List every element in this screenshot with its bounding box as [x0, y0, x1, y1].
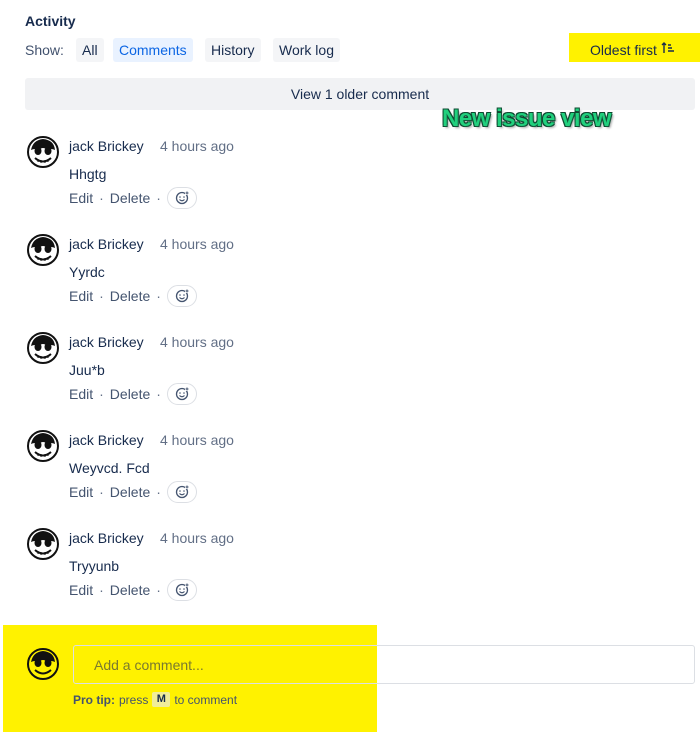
pro-tip-label: Pro tip:	[73, 692, 115, 707]
separator-dot: ·	[99, 288, 104, 304]
separator-dot: ·	[156, 484, 161, 500]
new-issue-view-badge: New issue view	[442, 105, 612, 132]
filter-work-log-button[interactable]: Work log	[273, 38, 340, 62]
delete-comment-link[interactable]: Delete	[110, 190, 150, 206]
comment-body: Yyrdc	[69, 264, 105, 280]
emoji-add-icon	[175, 485, 189, 499]
delete-comment-link[interactable]: Delete	[110, 386, 150, 402]
comment-timestamp[interactable]: 4 hours ago	[160, 138, 234, 154]
show-label: Show:	[25, 42, 64, 58]
comment-item: jack Brickey 4 hours ago Weyvcd. Fcd Edi…	[0, 430, 700, 528]
separator-dot: ·	[99, 582, 104, 598]
separator-dot: ·	[99, 386, 104, 402]
shortcut-key: M	[152, 692, 171, 707]
edit-comment-link[interactable]: Edit	[69, 582, 93, 598]
comment-actions: Edit · Delete ·	[69, 480, 197, 504]
emoji-add-icon	[175, 191, 189, 205]
edit-comment-link[interactable]: Edit	[69, 386, 93, 402]
edit-comment-link[interactable]: Edit	[69, 190, 93, 206]
comment-item: jack Brickey 4 hours ago Juu*b Edit · De…	[0, 332, 700, 430]
comment-actions: Edit · Delete ·	[69, 578, 197, 602]
comment-author[interactable]: jack Brickey	[69, 432, 144, 448]
separator-dot: ·	[156, 190, 161, 206]
avatar[interactable]	[27, 430, 59, 462]
comment-timestamp[interactable]: 4 hours ago	[160, 334, 234, 350]
pro-tip-press: press	[119, 692, 149, 707]
separator-dot: ·	[99, 484, 104, 500]
comment-timestamp[interactable]: 4 hours ago	[160, 530, 234, 546]
separator-dot: ·	[156, 288, 161, 304]
filter-history-button[interactable]: History	[205, 38, 261, 62]
pro-tip-suffix: to comment	[174, 692, 238, 707]
add-reaction-button[interactable]	[166, 383, 197, 405]
sort-ascending-icon	[661, 41, 675, 58]
comment-actions: Edit · Delete ·	[69, 382, 197, 406]
edit-comment-link[interactable]: Edit	[69, 484, 93, 500]
comment-body: Tryyunb	[69, 558, 120, 574]
comment-author[interactable]: jack Brickey	[69, 236, 144, 252]
comment-actions: Edit · Delete ·	[69, 284, 197, 308]
add-reaction-button[interactable]	[166, 187, 197, 209]
comment-timestamp[interactable]: 4 hours ago	[160, 432, 234, 448]
comment-author[interactable]: jack Brickey	[69, 138, 144, 154]
comment-body: Weyvcd. Fcd	[69, 460, 150, 476]
add-reaction-button[interactable]	[166, 579, 197, 601]
comment-body: Juu*b	[69, 362, 105, 378]
add-reaction-button[interactable]	[166, 481, 197, 503]
comment-item: jack Brickey 4 hours ago Hhgtg Edit · De…	[0, 136, 700, 234]
current-user-avatar	[27, 648, 59, 680]
comment-author[interactable]: jack Brickey	[69, 334, 144, 350]
add-reaction-button[interactable]	[166, 285, 197, 307]
pro-tip: Pro tip: press M to comment	[73, 692, 237, 707]
avatar[interactable]	[27, 136, 59, 168]
activity-heading: Activity	[25, 13, 76, 29]
add-comment-input[interactable]	[73, 645, 695, 684]
avatar[interactable]	[27, 332, 59, 364]
filter-all-button[interactable]: All	[76, 38, 104, 62]
comment-body: Hhgtg	[69, 166, 107, 182]
comment-timestamp[interactable]: 4 hours ago	[160, 236, 234, 252]
separator-dot: ·	[156, 582, 161, 598]
separator-dot: ·	[156, 386, 161, 402]
emoji-add-icon	[175, 387, 189, 401]
comment-actions: Edit · Delete ·	[69, 186, 197, 210]
separator-dot: ·	[99, 190, 104, 206]
sort-order-button[interactable]: Oldest first	[590, 41, 675, 58]
delete-comment-link[interactable]: Delete	[110, 484, 150, 500]
delete-comment-link[interactable]: Delete	[110, 582, 150, 598]
delete-comment-link[interactable]: Delete	[110, 288, 150, 304]
comment-author[interactable]: jack Brickey	[69, 530, 144, 546]
sort-order-label: Oldest first	[590, 41, 657, 58]
edit-comment-link[interactable]: Edit	[69, 288, 93, 304]
avatar[interactable]	[27, 234, 59, 266]
comment-item: jack Brickey 4 hours ago Yyrdc Edit · De…	[0, 234, 700, 332]
emoji-add-icon	[175, 583, 189, 597]
avatar[interactable]	[27, 528, 59, 560]
emoji-add-icon	[175, 289, 189, 303]
comment-item: jack Brickey 4 hours ago Tryyunb Edit · …	[0, 528, 700, 626]
filter-comments-button[interactable]: Comments	[113, 38, 193, 62]
